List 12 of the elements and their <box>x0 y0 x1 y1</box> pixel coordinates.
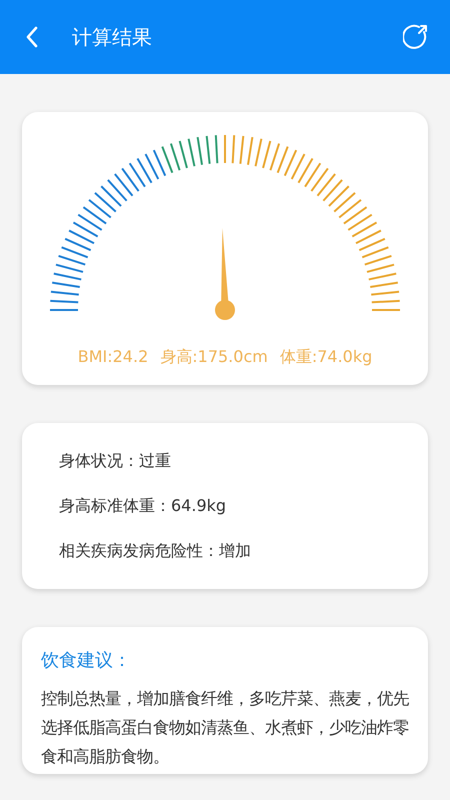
back-icon <box>25 26 39 48</box>
measurement-text: 身高:175.0cm <box>160 346 268 368</box>
measurement-text: BMI:24.2 <box>78 346 148 368</box>
page-title: 计算结果 <box>72 24 153 51</box>
status-line: 相关疾病发病危险性：增加 <box>59 540 252 562</box>
advice-title: 饮食建议： <box>41 649 132 673</box>
status-line: 身高标准体重：64.9kg <box>59 495 228 517</box>
status-line: 身体状况：过重 <box>59 450 172 472</box>
refresh-icon <box>403 24 429 50</box>
refresh-button[interactable] <box>402 23 430 51</box>
measurement-text: 体重:74.0kg <box>280 346 372 368</box>
advice-text: 控制总热量，增加膳食纤维，多吃芹菜、燕麦，优先选择低脂高蛋白食物如清蒸鱼、水煮虾，少吃油炸零食和高脂肪食物。 <box>41 688 409 768</box>
